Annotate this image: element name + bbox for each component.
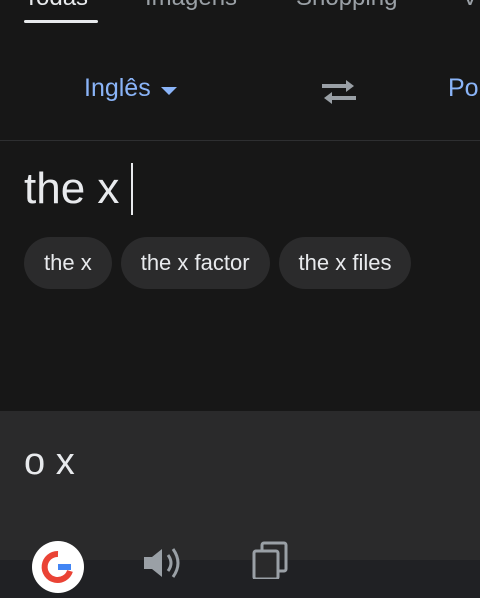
google-logo-icon[interactable] <box>32 541 84 593</box>
source-language-label: Inglês <box>84 74 151 102</box>
target-language-label: Po <box>448 74 479 102</box>
swap-arrows-icon[interactable] <box>318 77 360 107</box>
tab-imagens[interactable]: Imagens <box>145 0 237 12</box>
chevron-down-icon <box>160 86 177 95</box>
translation-text: o x <box>24 441 75 483</box>
tab-next[interactable]: V <box>462 0 478 12</box>
language-bar: Inglês Po <box>0 44 480 141</box>
source-language-selector[interactable]: Inglês <box>84 74 177 103</box>
suggestion-chip[interactable]: the x files <box>278 237 412 289</box>
speaker-icon[interactable] <box>140 543 184 583</box>
suggestion-chip[interactable]: the x <box>24 237 112 289</box>
search-tabs: Todas Imagens Shopping V <box>0 0 480 44</box>
tab-shopping[interactable]: Shopping <box>296 0 397 12</box>
translation-result: o x <box>0 411 480 593</box>
copy-icon[interactable] <box>250 539 290 579</box>
suggestion-chips: the x the x factor the x files <box>24 237 412 289</box>
translation-actions <box>0 539 480 593</box>
tab-todas[interactable]: Todas <box>24 0 88 12</box>
target-language-selector[interactable]: Po <box>448 74 479 103</box>
active-tab-indicator <box>24 20 98 23</box>
suggestion-chip[interactable]: the x factor <box>120 237 270 289</box>
source-text-area[interactable]: the x the x the x factor the x files <box>0 141 480 411</box>
source-input-value: the x <box>24 164 120 213</box>
text-cursor <box>131 163 134 215</box>
source-input[interactable]: the x <box>24 163 134 215</box>
